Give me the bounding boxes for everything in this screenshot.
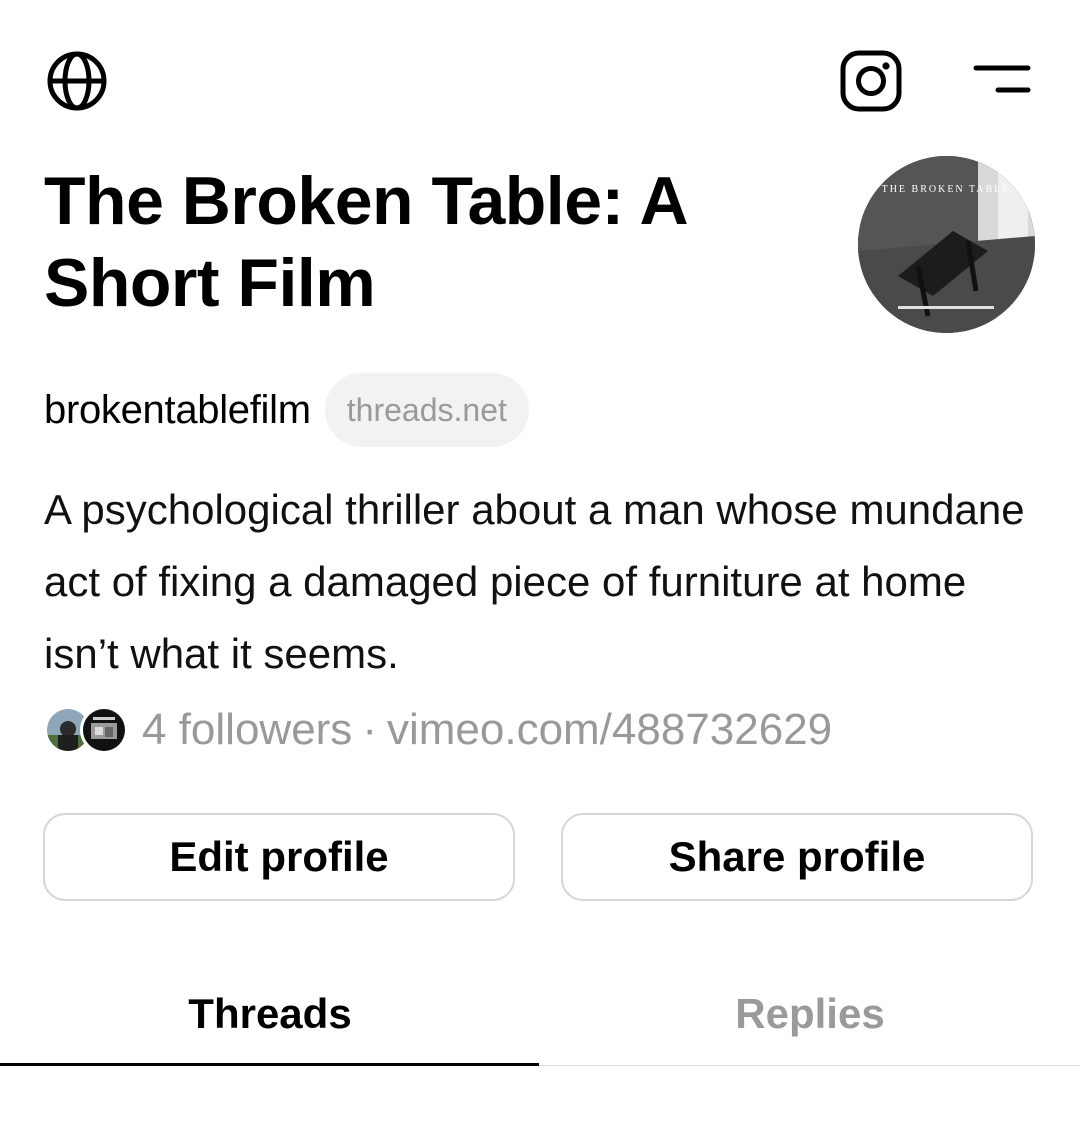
followers-count[interactable]: 4 followers <box>142 705 352 755</box>
edit-profile-button[interactable]: Edit profile <box>43 813 515 901</box>
profile-handle: brokentablefilm <box>44 387 311 432</box>
avatar-title-text: THE BROKEN TABLE <box>882 184 1011 195</box>
profile-avatar[interactable]: THE BROKEN TABLE <box>858 156 1035 333</box>
globe-icon[interactable] <box>46 50 108 112</box>
menu-icon[interactable] <box>972 62 1032 98</box>
tab-threads[interactable]: Threads <box>0 962 540 1066</box>
profile-bio: A psychological thriller about a man who… <box>44 486 1025 677</box>
profile-name: The Broken Table: A Short Film <box>44 163 686 321</box>
domain-badge[interactable]: threads.net <box>324 373 529 447</box>
instagram-icon[interactable] <box>840 50 902 112</box>
share-profile-button[interactable]: Share profile <box>561 813 1033 901</box>
tab-replies[interactable]: Replies <box>540 962 1080 1066</box>
avatar-image: THE BROKEN TABLE <box>858 156 1035 333</box>
handle-row: brokentablefilm threads.net <box>44 372 529 448</box>
active-tab-indicator <box>0 1063 539 1066</box>
meta-separator: · <box>362 705 377 754</box>
meta-row: 4 followers · vimeo.com/488732629 <box>44 698 832 762</box>
profile-link[interactable]: vimeo.com/488732629 <box>387 705 832 755</box>
follower-avatar[interactable] <box>80 706 128 754</box>
